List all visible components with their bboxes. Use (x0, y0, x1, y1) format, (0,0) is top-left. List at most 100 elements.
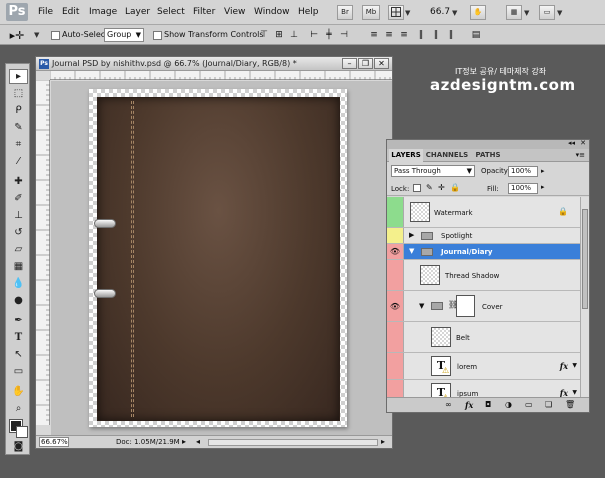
layer-row-cover[interactable]: 👁 ▼ ⛓ Cover (387, 291, 580, 322)
layer-list-scrollbar[interactable] (580, 197, 589, 397)
opacity-slider-arrow-icon[interactable]: ▸ (541, 167, 545, 175)
pen-tool-icon[interactable]: ✒ (9, 313, 28, 328)
panel-menu-icon[interactable]: ▾≡ (576, 151, 585, 159)
visibility-toggle[interactable] (387, 322, 404, 352)
visibility-toggle[interactable] (387, 228, 404, 243)
eraser-tool-icon[interactable]: ▱ (9, 242, 28, 257)
scroll-thumb[interactable] (582, 209, 588, 309)
status-menu-arrow-icon[interactable]: ▸ (182, 437, 186, 446)
tab-channels[interactable]: CHANNELS (425, 149, 469, 162)
arrange-documents-button[interactable]: ▦ (506, 5, 522, 20)
add-style-icon[interactable]: fx (465, 400, 473, 410)
fill-slider-arrow-icon[interactable]: ▸ (541, 183, 545, 191)
visibility-toggle[interactable]: 👁 (387, 291, 404, 321)
brush-tool-icon[interactable]: ✐ (9, 191, 28, 206)
new-group-icon[interactable]: ▭ (525, 400, 533, 409)
tab-layers[interactable]: LAYERS (389, 149, 423, 162)
visibility-toggle[interactable] (387, 197, 404, 227)
chevron-down-icon[interactable]: ▼ (34, 31, 39, 39)
lock-position-icon[interactable]: ✛ (438, 183, 445, 192)
auto-select-checkbox[interactable] (51, 31, 60, 40)
chevron-down-icon[interactable]: ▼ (557, 9, 562, 17)
layer-row-spotlight[interactable]: ▶ Spotlight (387, 228, 580, 244)
opacity-field[interactable]: 100% (508, 166, 538, 177)
expand-arrow-icon[interactable]: ▶ (409, 231, 414, 239)
healing-brush-tool-icon[interactable]: ✚ (9, 174, 28, 189)
marquee-tool-icon[interactable]: ⬚ (9, 86, 28, 101)
visibility-toggle[interactable] (387, 260, 404, 290)
lasso-tool-icon[interactable]: ᑭ (9, 103, 28, 118)
menu-help[interactable]: Help (298, 7, 319, 17)
collapse-icon[interactable]: ◂◂ (568, 139, 575, 147)
auto-select-dropdown[interactable]: Group ▼ (104, 28, 144, 42)
move-tool-icon[interactable]: ▸✛ (10, 28, 25, 42)
distribute-top-icon[interactable]: ≡ (368, 29, 380, 41)
close-icon[interactable]: ✕ (580, 139, 586, 147)
blend-mode-dropdown[interactable]: Pass Through ▼ (391, 165, 475, 177)
align-bottom-icon[interactable]: ⊥ (288, 29, 300, 41)
type-tool-icon[interactable]: T (9, 330, 28, 345)
layer-row-watermark[interactable]: Watermark 🔒 (387, 197, 580, 228)
path-selection-tool-icon[interactable]: ↖ (9, 347, 28, 362)
layer-effects-icon[interactable]: fx (560, 388, 568, 397)
distribute-vcenter-icon[interactable]: ≡ (383, 29, 395, 41)
zoom-field[interactable]: 66.67% (39, 437, 69, 447)
move-tool-icon[interactable]: ▸ (9, 69, 28, 84)
chevron-down-icon[interactable]: ▼ (572, 389, 577, 396)
menu-edit[interactable]: Edit (62, 7, 79, 17)
hand-view-button[interactable]: ✋ (470, 5, 486, 20)
lock-pixels-icon[interactable]: ✎ (426, 183, 433, 192)
collapse-arrow-icon[interactable]: ▼ (409, 247, 414, 255)
document-title-bar[interactable]: Ps Journal PSD by nishithv.psd @ 66.7% (… (36, 57, 392, 71)
align-right-icon[interactable]: ⊣ (338, 29, 350, 41)
trash-icon[interactable]: 🗑 (565, 400, 575, 409)
horizontal-ruler[interactable] (49, 71, 392, 80)
visibility-toggle[interactable]: 👁 (387, 244, 404, 259)
clone-stamp-tool-icon[interactable]: ⊥ (9, 208, 28, 223)
visibility-toggle[interactable] (387, 380, 404, 397)
quick-selection-tool-icon[interactable]: ✎ (9, 120, 28, 135)
show-transform-checkbox[interactable] (153, 31, 162, 40)
menu-file[interactable]: File (38, 7, 53, 17)
minimize-button[interactable]: – (342, 58, 357, 69)
zoom-tool-icon[interactable]: ⌕ (9, 401, 28, 416)
lock-transparency-icon[interactable] (413, 184, 421, 192)
dodge-tool-icon[interactable]: ● (9, 293, 28, 308)
adjustment-layer-icon[interactable]: ◑ (505, 400, 512, 409)
hand-tool-icon[interactable]: ✋ (9, 384, 28, 399)
distribute-hcenter-icon[interactable]: ‖ (430, 29, 442, 41)
distribute-right-icon[interactable]: ‖ (445, 29, 457, 41)
align-hcenter-icon[interactable]: ╪ (323, 29, 335, 41)
layer-row-ipsum[interactable]: T ⚠ ipsum fx ▼ (387, 380, 580, 397)
align-top-icon[interactable]: ⊤ (258, 29, 270, 41)
crop-tool-icon[interactable]: ⌗ (9, 137, 28, 152)
canvas-area[interactable] (51, 81, 392, 435)
horizontal-scrollbar[interactable] (208, 439, 378, 446)
blur-tool-icon[interactable]: 💧 (9, 276, 28, 291)
restore-button[interactable]: ❐ (358, 58, 373, 69)
quick-mask-icon[interactable]: ◙ (9, 439, 28, 454)
auto-align-icon[interactable]: ▤ (470, 29, 482, 41)
layer-row-journal-diary[interactable]: 👁 ▼ Journal/Diary (387, 244, 580, 260)
layer-row-lorem[interactable]: T ⚠ lorem fx ▼ (387, 353, 580, 380)
menu-layer[interactable]: Layer (125, 7, 150, 17)
lock-all-icon[interactable]: 🔒 (450, 183, 460, 192)
background-color-swatch[interactable] (16, 426, 28, 438)
extras-button[interactable] (388, 5, 404, 20)
layer-row-thread-shadow[interactable]: Thread Shadow (387, 260, 580, 291)
menu-view[interactable]: View (224, 7, 245, 17)
add-mask-icon[interactable]: ◘ (485, 400, 491, 409)
vertical-ruler[interactable] (36, 79, 50, 425)
chevron-down-icon[interactable]: ▼ (572, 362, 577, 369)
scroll-left-icon[interactable]: ◂ (196, 437, 200, 446)
panel-header[interactable]: ◂◂ ✕ (387, 139, 589, 149)
document-size[interactable]: Doc: 1.05M/21.9M (116, 438, 180, 446)
align-vcenter-icon[interactable]: ⊞ (273, 29, 285, 41)
chevron-down-icon[interactable]: ▼ (524, 9, 529, 17)
mini-bridge-button[interactable]: Mb (362, 5, 380, 20)
collapse-arrow-icon[interactable]: ▼ (419, 302, 424, 310)
distribute-left-icon[interactable]: ‖ (415, 29, 427, 41)
scroll-right-icon[interactable]: ▸ (381, 437, 385, 446)
fill-field[interactable]: 100% (508, 183, 538, 194)
layer-effects-icon[interactable]: fx (560, 361, 568, 371)
